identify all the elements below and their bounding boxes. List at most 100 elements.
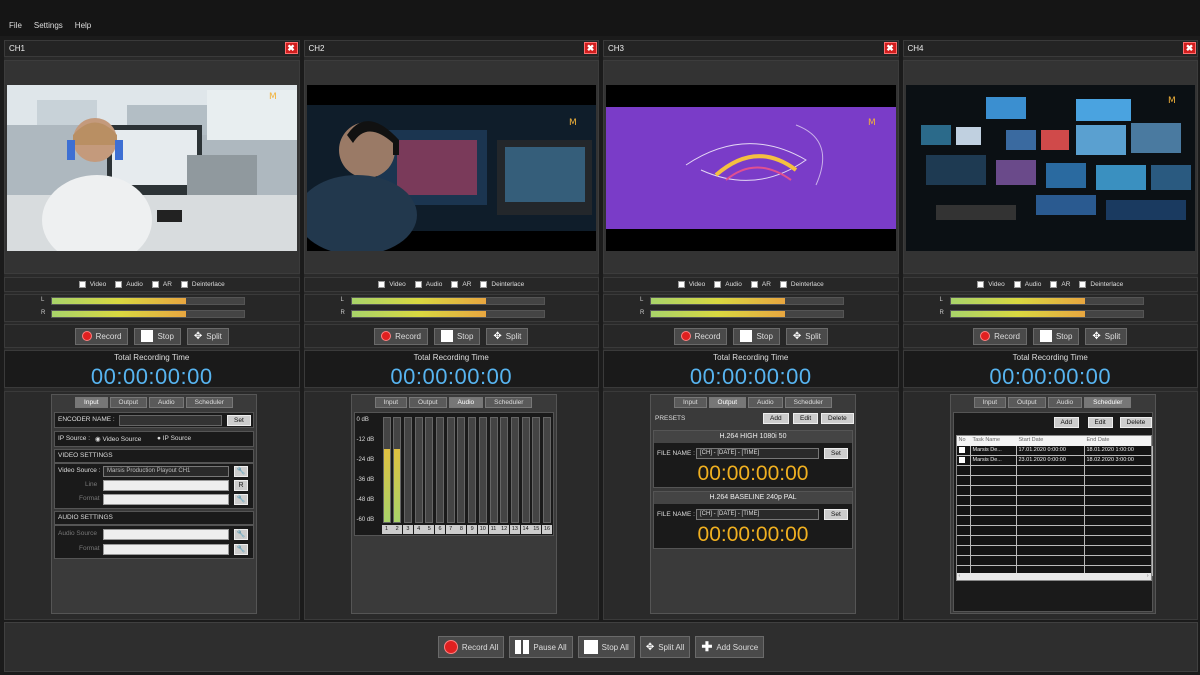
split-all-button[interactable]: ✥ Split All — [639, 636, 691, 658]
audio-channel-number[interactable]: 1 — [381, 525, 392, 534]
scroll-left-icon[interactable]: ‹ — [959, 573, 961, 580]
video-checkbox[interactable] — [378, 281, 386, 288]
audio-format-wrench-icon[interactable]: 🔧 — [234, 544, 248, 555]
add-source-button[interactable]: ✚ Add Source — [695, 636, 765, 658]
schedule-delete-button[interactable]: Delete — [1119, 417, 1153, 428]
video-checkbox[interactable] — [977, 281, 985, 288]
schedule-edit-button[interactable]: Edit — [1087, 417, 1113, 428]
tab-input[interactable]: Input — [674, 397, 707, 408]
tab-audio[interactable]: Audio — [1047, 397, 1083, 408]
row-checkbox[interactable] — [957, 456, 971, 466]
table-row[interactable] — [956, 526, 1153, 536]
table-row[interactable] — [956, 496, 1153, 506]
record-button[interactable]: Record — [973, 327, 1027, 345]
deinterlace-option[interactable]: Deinterlace — [1079, 281, 1123, 288]
audio-channel-number[interactable]: 5 — [424, 525, 435, 534]
tab-audio[interactable]: Audio — [748, 397, 783, 408]
table-row[interactable] — [956, 506, 1153, 516]
audio-channel-number[interactable]: 11 — [488, 525, 499, 534]
tab-input[interactable]: Input — [374, 397, 408, 408]
column-header[interactable]: Start Date — [1019, 437, 1044, 443]
record-button[interactable]: Record — [74, 327, 129, 345]
split-button[interactable]: ✥ Split — [1085, 327, 1128, 345]
ar-checkbox[interactable] — [451, 281, 459, 288]
deinterlace-checkbox[interactable] — [779, 281, 787, 288]
column-header[interactable]: End Date — [1087, 437, 1110, 443]
audio-channel-number[interactable]: 7 — [445, 525, 456, 534]
audio-checkbox[interactable] — [115, 281, 123, 288]
tab-output[interactable]: Output — [109, 397, 148, 408]
ar-option[interactable]: AR — [750, 281, 771, 288]
format-wrench-icon[interactable]: 🔧 — [234, 494, 248, 505]
video-checkbox[interactable] — [677, 281, 685, 288]
audio-channel-number[interactable]: 13 — [509, 525, 520, 534]
table-row[interactable]: Marsis De... 23.01.2020 0:00:00 18.02.2020… — [956, 456, 1153, 466]
tab-output[interactable]: Output — [409, 397, 447, 408]
record-button[interactable]: Record — [374, 327, 428, 345]
close-icon[interactable]: ✖ — [584, 42, 597, 54]
pause-all-button[interactable]: Pause All — [509, 636, 573, 658]
audio-channel-number[interactable]: 4 — [413, 525, 424, 534]
record-button[interactable]: Record — [673, 327, 728, 345]
audio-source-input[interactable] — [103, 529, 229, 540]
table-row[interactable]: Marsis De... 17.01.2020 0:00:00 18.01.2020… — [956, 446, 1153, 456]
audio-channel-number[interactable]: 9 — [467, 525, 478, 534]
r-button[interactable]: R — [234, 480, 248, 491]
deinterlace-option[interactable]: Deinterlace — [779, 281, 824, 288]
video-checkbox[interactable] — [78, 281, 86, 288]
audio-channel-number[interactable]: 14 — [520, 525, 531, 534]
audio-channel-number[interactable]: 2 — [392, 525, 403, 534]
video-option[interactable]: Video — [378, 281, 406, 288]
audio-channel-number[interactable]: 12 — [499, 525, 510, 534]
audio-checkbox[interactable] — [714, 281, 722, 288]
table-row[interactable] — [956, 466, 1153, 476]
close-icon[interactable]: ✖ — [284, 42, 298, 54]
split-button[interactable]: ✥ Split — [486, 327, 529, 345]
encoder-set-button[interactable]: Set — [227, 415, 251, 426]
file-name-set-button[interactable]: Set — [824, 509, 848, 520]
stop-button[interactable]: Stop — [1032, 327, 1080, 345]
tab-input[interactable]: Input — [973, 397, 1007, 408]
audio-channel-number[interactable]: 3 — [402, 525, 413, 534]
deinterlace-option[interactable]: Deinterlace — [480, 281, 524, 288]
deinterlace-checkbox[interactable] — [480, 281, 488, 288]
preset-delete-button[interactable]: Delete — [821, 413, 854, 424]
tab-output[interactable]: Output — [1008, 397, 1046, 408]
audio-option[interactable]: Audio — [414, 281, 442, 288]
table-row[interactable] — [956, 556, 1153, 566]
tab-output[interactable]: Output — [708, 397, 747, 408]
audio-channel-number[interactable]: 6 — [435, 525, 445, 534]
audio-checkbox[interactable] — [1013, 281, 1021, 288]
tab-scheduler[interactable]: Scheduler — [485, 397, 533, 408]
horizontal-scrollbar[interactable]: ‹ › — [956, 573, 1151, 580]
column-header[interactable]: No — [959, 437, 966, 443]
preset-add-button[interactable]: Add — [763, 413, 789, 424]
scroll-right-icon[interactable]: › — [1147, 573, 1149, 580]
ar-checkbox[interactable] — [1050, 281, 1058, 288]
audio-checkbox[interactable] — [414, 281, 422, 288]
file-name-set-button[interactable]: Set — [824, 448, 848, 459]
menu-file[interactable]: File — [9, 7, 22, 30]
tab-audio[interactable]: Audio — [149, 397, 184, 408]
audio-option[interactable]: Audio — [115, 281, 143, 288]
audio-channel-number[interactable]: 16 — [542, 525, 552, 534]
preset-edit-button[interactable]: Edit — [793, 413, 819, 424]
close-icon[interactable]: ✖ — [883, 42, 897, 54]
schedule-add-button[interactable]: Add — [1053, 417, 1080, 428]
video-source-radio[interactable]: ◉ Video Source — [95, 435, 141, 443]
tab-scheduler[interactable]: Scheduler — [784, 397, 832, 408]
menu-settings[interactable]: Settings — [34, 7, 63, 30]
line-input[interactable] — [103, 480, 229, 491]
file-name-input[interactable]: [CH] - [DATE] - [TIME] — [696, 509, 819, 520]
ip-source-radio[interactable]: ● IP Source — [157, 435, 191, 442]
tab-scheduler[interactable]: Scheduler — [1084, 397, 1132, 408]
video-option[interactable]: Video — [78, 281, 106, 288]
table-row[interactable] — [956, 486, 1153, 496]
tab-audio[interactable]: Audio — [448, 397, 484, 408]
format-input[interactable] — [103, 494, 229, 505]
audio-option[interactable]: Audio — [714, 281, 742, 288]
encoder-name-input[interactable] — [119, 415, 222, 426]
column-header[interactable]: Task Name — [973, 437, 1001, 443]
ar-checkbox[interactable] — [151, 281, 159, 288]
audio-channel-number[interactable]: 8 — [456, 525, 467, 534]
